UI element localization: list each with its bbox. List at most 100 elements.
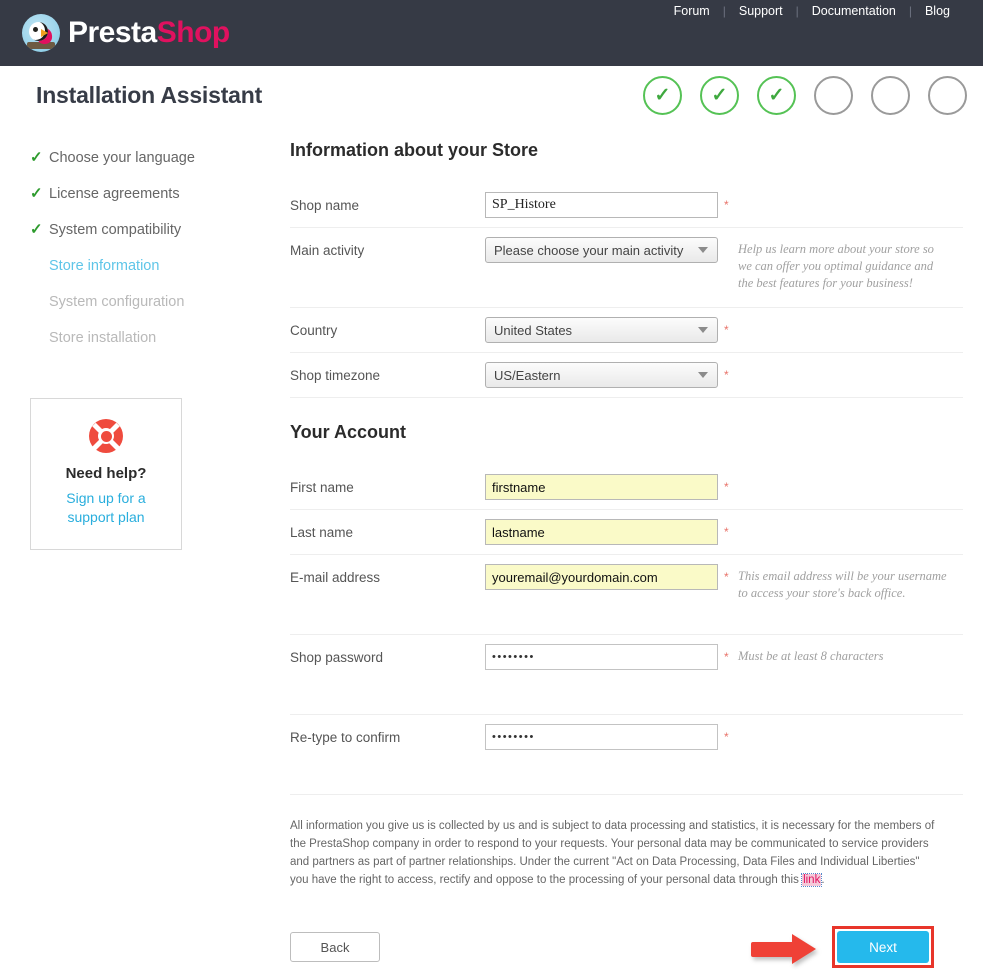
page-header: Installation Assistant ✓ ✓ ✓ xyxy=(0,66,983,127)
country-label: Country xyxy=(290,323,338,338)
support-plan-link-line1: Sign up for a xyxy=(66,490,146,506)
country-select[interactable]: United States xyxy=(485,317,718,343)
main-activity-help-text: Help us learn more about your store so w… xyxy=(738,242,934,290)
password-confirm-label: Re-type to confirm xyxy=(290,730,401,745)
sidebar-item-label: System compatibility xyxy=(49,222,182,238)
email-help-text: This email address will be your username… xyxy=(738,569,947,600)
country-value: United States xyxy=(494,322,573,338)
support-plan-link[interactable]: Sign up for a support plan xyxy=(41,489,171,527)
first-name-label: First name xyxy=(290,480,354,495)
shop-name-input[interactable] xyxy=(485,192,718,218)
first-name-input[interactable] xyxy=(485,474,718,500)
main-activity-select[interactable]: Please choose your main activity xyxy=(485,237,718,263)
step-circle-6[interactable] xyxy=(928,76,967,115)
main-form: Information about your Store Shop name *… xyxy=(290,135,983,970)
legal-disclaimer: All information you give us is collected… xyxy=(290,817,935,889)
field-row-password: Shop password * Must be at least 8 chara… xyxy=(290,635,963,715)
sidebar-item-label: Choose your language xyxy=(49,150,195,166)
legal-text-end: . xyxy=(821,874,825,886)
field-row-password-confirm: Re-type to confirm * xyxy=(290,715,963,795)
next-button-highlight: Next xyxy=(832,926,934,968)
check-icon: ✓ xyxy=(768,85,785,106)
field-row-email: E-mail address * This email address will… xyxy=(290,555,963,635)
shop-name-label: Shop name xyxy=(290,198,360,213)
field-row-first-name: First name * xyxy=(290,465,963,510)
sidebar-item-label: Store installation xyxy=(49,330,157,346)
top-bar: Presta Shop Forum | Support | Documentati… xyxy=(0,0,983,66)
sidebar-item-label: License agreements xyxy=(49,186,180,202)
field-row-shop-name: Shop name * xyxy=(290,183,963,228)
email-input[interactable] xyxy=(485,564,718,590)
field-row-last-name: Last name * xyxy=(290,510,963,555)
check-icon: ✓ xyxy=(30,185,43,202)
field-row-main-activity: Main activity Please choose your main ac… xyxy=(290,228,963,308)
brand-wordmark: Presta Shop xyxy=(68,18,230,48)
password-label: Shop password xyxy=(290,650,384,665)
timezone-label: Shop timezone xyxy=(290,368,381,383)
sidebar-item-label: System configuration xyxy=(49,294,185,310)
prestashop-mascot-icon xyxy=(22,14,60,52)
check-icon: ✓ xyxy=(30,221,43,238)
timezone-select[interactable]: US/Eastern xyxy=(485,362,718,388)
support-plan-link-line2: support plan xyxy=(67,509,145,525)
page-content: ✓ Choose your language ✓ License agreeme… xyxy=(0,127,983,970)
need-help-box: Need help? Sign up for a support plan xyxy=(30,398,182,550)
required-marker: * xyxy=(724,368,729,382)
privacy-link[interactable]: link xyxy=(801,873,823,887)
required-marker: * xyxy=(724,730,729,744)
life-ring-icon xyxy=(89,419,123,453)
sidebar-item-label: Store information xyxy=(49,258,160,274)
nav-link-blog[interactable]: Blog xyxy=(912,4,963,18)
prestashop-logo: Presta Shop xyxy=(22,14,230,52)
nav-link-support[interactable]: Support xyxy=(726,4,796,18)
step-circle-3[interactable]: ✓ xyxy=(757,76,796,115)
step-circle-1[interactable]: ✓ xyxy=(643,76,682,115)
sidebar-item-choose-language[interactable]: ✓ Choose your language xyxy=(30,140,290,176)
brand-word-shop: Shop xyxy=(156,16,231,49)
page-title: Installation Assistant xyxy=(36,82,263,108)
last-name-input[interactable] xyxy=(485,519,718,545)
step-circle-4[interactable] xyxy=(814,76,853,115)
required-marker: * xyxy=(724,650,729,664)
main-activity-value: Please choose your main activity xyxy=(494,242,684,258)
password-help-text: Must be at least 8 characters xyxy=(738,649,884,663)
password-input[interactable] xyxy=(485,644,718,670)
sidebar: ✓ Choose your language ✓ License agreeme… xyxy=(0,135,290,970)
required-marker: * xyxy=(724,570,729,584)
timezone-value: US/Eastern xyxy=(494,367,561,383)
required-marker: * xyxy=(724,198,729,212)
nav-link-forum[interactable]: Forum xyxy=(661,4,723,18)
annotation-arrow-icon xyxy=(751,934,817,964)
required-marker: * xyxy=(724,480,729,494)
next-button[interactable]: Next xyxy=(837,931,929,963)
field-row-country: Country United States * xyxy=(290,308,963,353)
sidebar-item-license-agreements[interactable]: ✓ License agreements xyxy=(30,176,290,212)
step-circle-5[interactable] xyxy=(871,76,910,115)
chevron-down-icon xyxy=(698,327,708,333)
brand-word-presta: Presta xyxy=(68,16,157,49)
chevron-down-icon xyxy=(698,372,708,378)
nav-link-documentation[interactable]: Documentation xyxy=(799,4,909,18)
sidebar-item-store-installation[interactable]: Store installation xyxy=(30,320,290,356)
step-indicator: ✓ ✓ ✓ xyxy=(643,76,967,115)
check-icon: ✓ xyxy=(711,85,728,106)
required-marker: * xyxy=(724,525,729,539)
required-marker: * xyxy=(724,323,729,337)
account-section-title: Your Account xyxy=(290,422,406,442)
sidebar-item-system-compatibility[interactable]: ✓ System compatibility xyxy=(30,212,290,248)
check-icon: ✓ xyxy=(30,149,43,166)
store-section-title: Information about your Store xyxy=(290,140,539,160)
legal-text: All information you give us is collected… xyxy=(290,820,935,886)
form-actions: Back Next xyxy=(290,924,963,970)
field-row-timezone: Shop timezone US/Eastern * xyxy=(290,353,963,398)
check-icon: ✓ xyxy=(654,85,671,106)
sidebar-item-system-configuration[interactable]: System configuration xyxy=(30,284,290,320)
step-circle-2[interactable]: ✓ xyxy=(700,76,739,115)
back-button[interactable]: Back xyxy=(290,932,380,962)
top-navigation: Forum | Support | Documentation | Blog xyxy=(661,4,963,18)
main-activity-label: Main activity xyxy=(290,243,365,258)
password-confirm-input[interactable] xyxy=(485,724,718,750)
email-label: E-mail address xyxy=(290,570,381,585)
sidebar-item-store-information[interactable]: Store information xyxy=(30,248,290,284)
need-help-title: Need help? xyxy=(65,465,147,482)
